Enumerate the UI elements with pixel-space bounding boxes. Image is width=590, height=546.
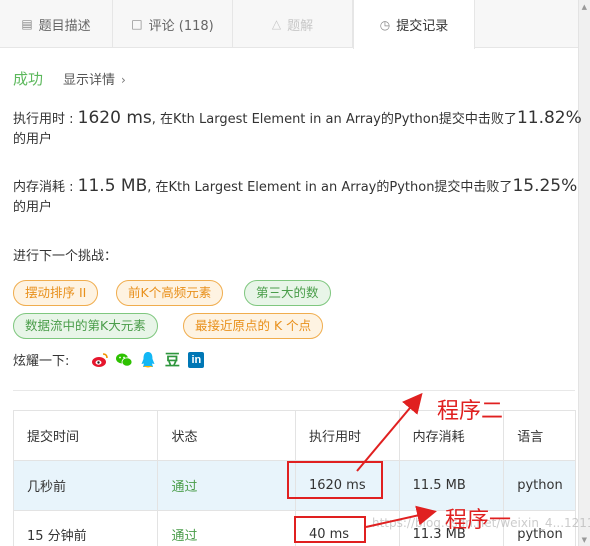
annotation-label-2: 程序一 [445, 508, 512, 533]
annotation-label-1: 程序二 [437, 399, 504, 424]
arrow-to-label-1 [356, 392, 423, 472]
annotation-arrows [356, 392, 437, 528]
arrow-to-label-2 [365, 505, 437, 528]
